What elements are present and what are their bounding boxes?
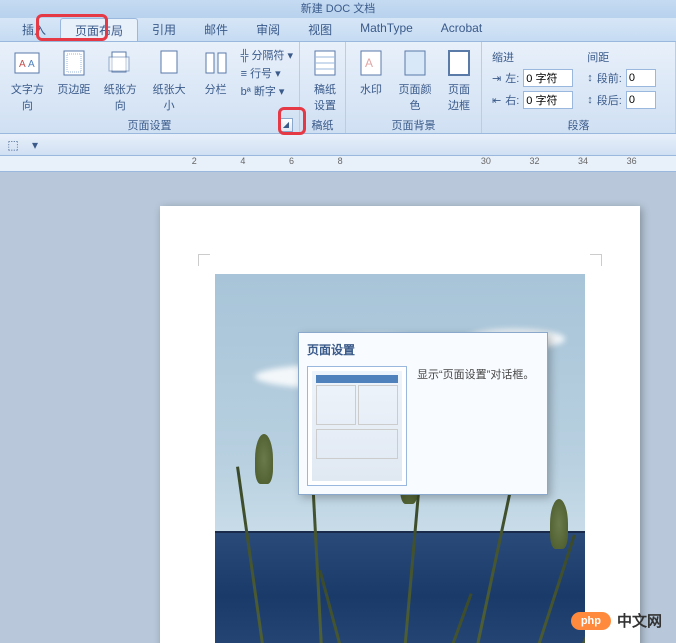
tooltip-description: 显示“页面设置”对话框。 [417,366,539,486]
margin-mark-tl [198,254,210,266]
watermark-button[interactable]: A 水印 [350,45,392,99]
quick-toolbar: ⬚ ▾ [0,134,676,156]
tab-review[interactable]: 审阅 [242,18,294,41]
indent-left-input[interactable] [523,69,573,87]
group-label-background: 页面背景 [350,117,477,133]
page-border-button[interactable]: 页面 边框 [438,45,480,115]
page-setup-small-items: ╬ 分隔符 ▾ ≡ 行号 ▾ bª 断字 ▾ [239,45,295,101]
tab-references[interactable]: 引用 [138,18,190,41]
margins-icon [58,47,90,79]
page-setup-tooltip: 页面设置 显示“页面设置”对话框。 [298,332,548,495]
group-label-page-setup: 页面设置 ◢ [4,117,295,133]
site-watermark: php 中文网 [571,610,662,631]
line-numbers-button[interactable]: ≡ 行号 ▾ [241,65,293,81]
svg-text:A: A [28,59,35,70]
tooltip-title: 页面设置 [307,341,539,358]
svg-text:A: A [19,59,26,70]
indent-left-icon: ⇥ [492,72,501,85]
margin-mark-tr [590,254,602,266]
title-bar: 新建 DOC 文档 [0,0,676,18]
svg-text:A: A [365,56,373,70]
ribbon-tabs: 插入 页面布局 引用 邮件 审阅 视图 MathType Acrobat [0,18,676,42]
group-label-manuscript: 稿纸 [304,117,341,133]
group-page-setup: AA 文字方向 页边距 纸张方向 纸张大小 分栏 ╬ 分隔符 ▾ ≡ 行号 [0,42,300,133]
tab-view[interactable]: 视图 [294,18,346,41]
columns-button[interactable]: 分栏 [195,45,237,99]
tab-mailings[interactable]: 邮件 [190,18,242,41]
hyphenation-button[interactable]: bª 断字 ▾ [241,83,293,99]
watermark-icon: A [355,47,387,79]
tab-acrobat[interactable]: Acrobat [427,18,496,41]
size-button[interactable]: 纸张大小 [146,45,193,115]
tab-insert[interactable]: 插入 [8,18,60,41]
page-color-button[interactable]: 页面颜色 [394,45,436,115]
page-setup-launcher[interactable]: ◢ [279,118,293,132]
page-color-icon [399,47,431,79]
spacing-section: 间距 ↕ 段前: ↕ 段后: [581,45,662,117]
indent-right-input[interactable] [523,91,573,109]
group-page-background: A 水印 页面颜色 页面 边框 页面背景 [346,42,482,133]
breaks-button[interactable]: ╬ 分隔符 ▾ [241,47,293,63]
page-border-icon [443,47,475,79]
orientation-button[interactable]: 纸张方向 [97,45,144,115]
size-icon [153,47,185,79]
spacing-after-input[interactable] [626,91,656,109]
spacing-before-icon: ↕ [587,72,593,84]
ribbon: AA 文字方向 页边距 纸张方向 纸张大小 分栏 ╬ 分隔符 ▾ ≡ 行号 [0,42,676,134]
manuscript-settings-button[interactable]: 稿纸 设置 [304,45,346,115]
tab-mathtype[interactable]: MathType [346,18,427,41]
manuscript-icon [309,47,341,79]
watermark-badge: php [571,612,611,630]
qt-button-1[interactable]: ⬚ [4,136,22,154]
tab-page-layout[interactable]: 页面布局 [60,18,138,41]
text-direction-button[interactable]: AA 文字方向 [4,45,51,115]
qt-button-2[interactable]: ▾ [26,136,44,154]
group-paragraph: 缩进 ⇥ 左: ⇤ 右: 间距 ↕ 段前: [482,42,676,133]
spacing-after-icon: ↕ [587,94,593,106]
indent-right-icon: ⇤ [492,94,501,107]
columns-icon [200,47,232,79]
group-manuscript: 稿纸 设置 稿纸 [300,42,346,133]
horizontal-ruler[interactable]: 2 4 6 8 30 32 34 36 [0,156,676,172]
orientation-icon [104,47,136,79]
margins-button[interactable]: 页边距 [53,45,95,99]
indent-section: 缩进 ⇥ 左: ⇤ 右: [486,45,579,117]
spacing-before-input[interactable] [626,69,656,87]
document-area: 2 4 6 8 30 32 34 36 [0,156,676,643]
tooltip-preview-image [307,366,407,486]
watermark-text: 中文网 [617,610,662,631]
document-title: 新建 DOC 文档 [301,3,376,15]
group-label-paragraph: 段落 [486,117,671,133]
text-direction-icon: AA [11,47,43,79]
